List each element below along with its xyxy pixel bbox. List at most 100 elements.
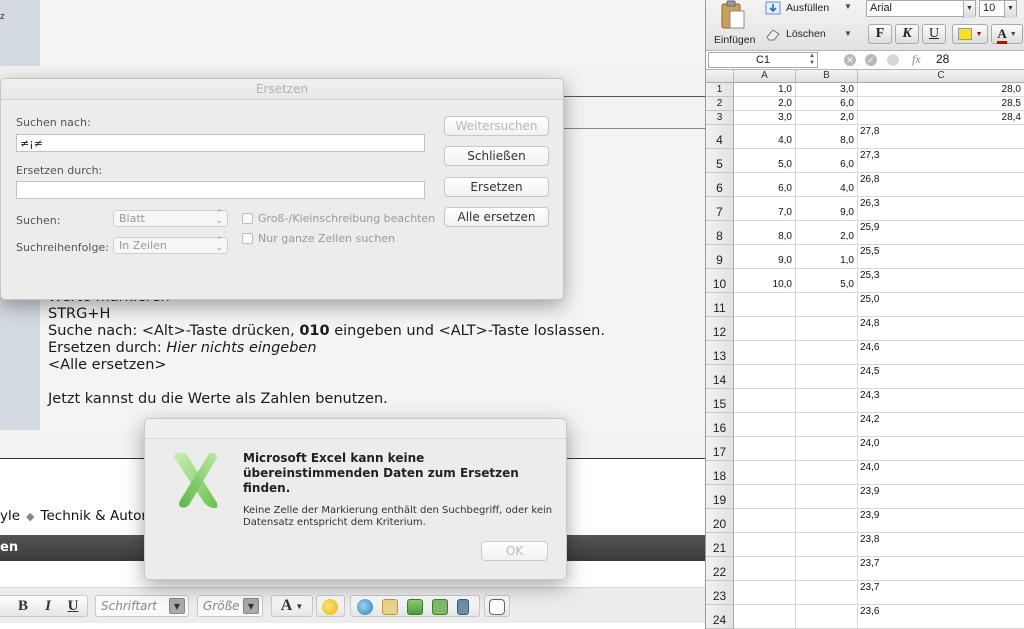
row-header[interactable]: 17 [706,437,734,461]
chevron-down-icon[interactable]: ▼ [844,29,852,38]
clear-button[interactable]: Löschen [786,28,826,40]
cell-a[interactable] [734,581,796,605]
row-header[interactable]: 24 [706,605,734,629]
cell-b[interactable] [796,413,858,437]
insert-function-icon[interactable] [887,54,899,66]
cell-b[interactable]: 2,0 [796,111,858,125]
order-select[interactable]: In Zeilen ⌃ ⌄ [113,237,228,254]
row-header[interactable]: 4 [706,125,734,149]
fx-label[interactable]: fx [912,52,921,67]
cell-c[interactable]: 24,8 [858,317,1024,341]
row-header[interactable]: 15 [706,389,734,413]
cell-a[interactable]: 10,0 [734,269,796,293]
link-globe-icon[interactable] [357,599,373,615]
cell-b[interactable] [796,461,858,485]
row-header[interactable]: 18 [706,461,734,485]
cell-a[interactable] [734,557,796,581]
cell-a[interactable] [734,389,796,413]
cell-a[interactable] [734,533,796,557]
cell-c[interactable]: 26,8 [858,173,1024,197]
fill-button[interactable]: Ausfüllen [786,2,829,14]
row-header[interactable]: 7 [706,197,734,221]
cell-a[interactable] [734,317,796,341]
bold-button[interactable]: B [12,595,34,617]
cell-b[interactable]: 2,0 [796,221,858,245]
cell-c[interactable]: 23,9 [858,509,1024,533]
cell-c[interactable]: 24,5 [858,365,1024,389]
replace-input[interactable] [16,181,425,199]
replace-all-button[interactable]: Alle ersetzen [444,207,549,227]
row-header[interactable]: 6 [706,173,734,197]
column-header[interactable]: B [796,70,858,83]
cell-a[interactable] [734,437,796,461]
cell-a[interactable] [734,293,796,317]
fill-color-button[interactable]: ▼ [952,24,988,44]
cell-c[interactable]: 27,3 [858,149,1024,173]
cell-c[interactable]: 25,5 [858,245,1024,269]
row-header[interactable]: 11 [706,293,734,317]
cell-b[interactable]: 6,0 [796,97,858,111]
whole-cells-checkbox[interactable] [242,233,253,244]
size-select[interactable]: Größe ▼ [197,595,263,617]
cell-b[interactable]: 4,0 [796,173,858,197]
cell-c[interactable]: 23,8 [858,533,1024,557]
cell-b[interactable] [796,341,858,365]
cell-b[interactable]: 6,0 [796,149,858,173]
spreadsheet-grid[interactable]: A B C 1 1,0 3,0 28,0 2 2,0 6,0 28,5 3 3,0 2,0 28,4 4 4,0… [706,70,1024,629]
scope-select[interactable]: Blatt ⌃ ⌄ [113,210,228,227]
quote-bubble-icon[interactable] [489,599,505,615]
cell-a[interactable]: 3,0 [734,111,796,125]
film-icon[interactable] [457,599,469,615]
cell-c[interactable]: 23,7 [858,581,1024,605]
underline-button[interactable]: U [922,24,946,44]
cell-b[interactable] [796,533,858,557]
italic-button[interactable]: K [895,24,919,44]
row-header[interactable]: 3 [706,111,734,125]
column-header[interactable]: A [734,70,796,83]
font-select[interactable]: Schriftart ▼ [95,595,189,617]
cell-c[interactable]: 23,7 [858,557,1024,581]
cell-c[interactable]: 26,3 [858,197,1024,221]
cell-c[interactable]: 27,8 [858,125,1024,149]
image-icon[interactable] [407,599,423,615]
cell-a[interactable]: 9,0 [734,245,796,269]
cell-b[interactable] [796,365,858,389]
cell-c[interactable]: 25,9 [858,221,1024,245]
breadcrumb-item[interactable]: yle [0,508,20,524]
cell-c[interactable]: 28,0 [858,83,1024,97]
cell-a[interactable]: 6,0 [734,173,796,197]
row-header[interactable]: 14 [706,365,734,389]
cell-c[interactable]: 25,3 [858,269,1024,293]
text-color-button[interactable]: A ▼ [271,595,313,617]
cell-a[interactable] [734,341,796,365]
cell-b[interactable] [796,509,858,533]
row-header[interactable]: 9 [706,245,734,269]
cell-b[interactable] [796,389,858,413]
row-header[interactable]: 5 [706,149,734,173]
font-color-button[interactable]: A ▼ [991,24,1023,44]
ok-button[interactable]: OK [481,541,548,561]
cancel-icon[interactable]: ✕ [844,54,856,66]
cell-a[interactable]: 8,0 [734,221,796,245]
cell-b[interactable]: 3,0 [796,83,858,97]
row-header[interactable]: 23 [706,581,734,605]
cell-b[interactable] [796,485,858,509]
email-icon[interactable] [382,599,398,615]
cell-a[interactable] [734,365,796,389]
cell-b[interactable] [796,605,858,629]
cell-c[interactable]: 24,6 [858,341,1024,365]
cell-a[interactable] [734,485,796,509]
cell-c[interactable]: 24,0 [858,437,1024,461]
search-input[interactable]: ≠¡≠ [16,134,425,152]
cell-b[interactable]: 1,0 [796,245,858,269]
cell-c[interactable]: 24,2 [858,413,1024,437]
cell-b[interactable] [796,293,858,317]
chevron-down-icon[interactable]: ▼ [1004,1,1016,18]
cell-c[interactable]: 23,9 [858,485,1024,509]
cell-a[interactable]: 7,0 [734,197,796,221]
cell-b[interactable] [796,437,858,461]
row-header[interactable]: 20 [706,509,734,533]
row-header[interactable]: 21 [706,533,734,557]
confirm-icon[interactable]: ✓ [865,54,877,66]
row-header[interactable]: 13 [706,341,734,365]
